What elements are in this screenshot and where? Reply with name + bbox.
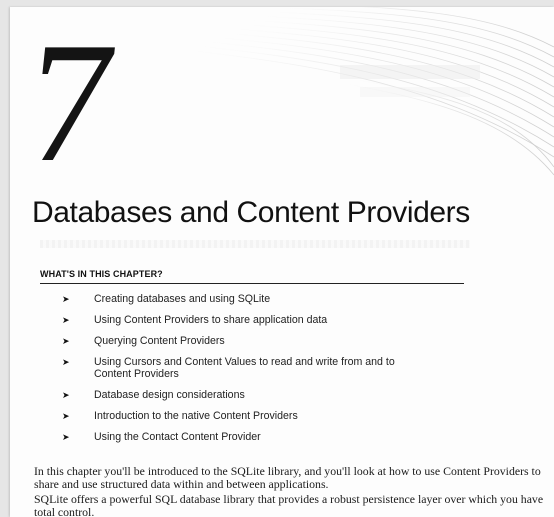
list-item-text: Using Content Providers to share applica… bbox=[94, 314, 328, 326]
section-divider bbox=[40, 283, 464, 284]
list-item-text: Using the Contact Content Provider bbox=[94, 431, 261, 443]
list-item-text: Using Cursors and Content Values to read… bbox=[94, 356, 395, 380]
title-ghost-strip bbox=[40, 240, 470, 248]
list-item: ➤ Using Cursors and Content Values to re… bbox=[62, 356, 482, 380]
list-item-text: Creating databases and using SQLite bbox=[94, 293, 271, 305]
list-item: ➤ Introduction to the native Content Pro… bbox=[62, 410, 482, 422]
list-item: ➤ Database design considerations bbox=[62, 389, 482, 401]
list-item: ➤ Using Content Providers to share appli… bbox=[62, 314, 482, 326]
bullet-arrow-icon: ➤ bbox=[62, 390, 70, 400]
chapter-number: 7 bbox=[18, 8, 124, 198]
list-item: ➤ Querying Content Providers bbox=[62, 335, 482, 347]
bullet-arrow-icon: ➤ bbox=[62, 411, 70, 421]
list-item-text: Introduction to the native Content Provi… bbox=[94, 410, 298, 422]
section-heading: WHAT'S IN THIS CHAPTER? bbox=[40, 269, 163, 279]
chapter-title: Databases and Content Providers bbox=[32, 196, 470, 229]
bullet-arrow-icon: ➤ bbox=[62, 294, 70, 304]
body-paragraph: In this chapter you'll be introduced to … bbox=[34, 464, 541, 491]
list-item-text: Querying Content Providers bbox=[94, 335, 225, 347]
body-paragraph: SQLite offers a powerful SQL database li… bbox=[34, 492, 544, 517]
bullet-arrow-icon: ➤ bbox=[62, 315, 70, 325]
bullet-arrow-icon: ➤ bbox=[62, 357, 70, 367]
book-page: 7 Databases and Content Providers WHAT'S… bbox=[10, 7, 554, 517]
list-item-text: Database design considerations bbox=[94, 389, 245, 401]
chapter-topics-list: ➤ Creating databases and using SQLite ➤ … bbox=[62, 293, 482, 452]
list-item: ➤ Using the Contact Content Provider bbox=[62, 431, 482, 443]
bullet-arrow-icon: ➤ bbox=[62, 432, 70, 442]
bullet-arrow-icon: ➤ bbox=[62, 336, 70, 346]
list-item: ➤ Creating databases and using SQLite bbox=[62, 293, 482, 305]
